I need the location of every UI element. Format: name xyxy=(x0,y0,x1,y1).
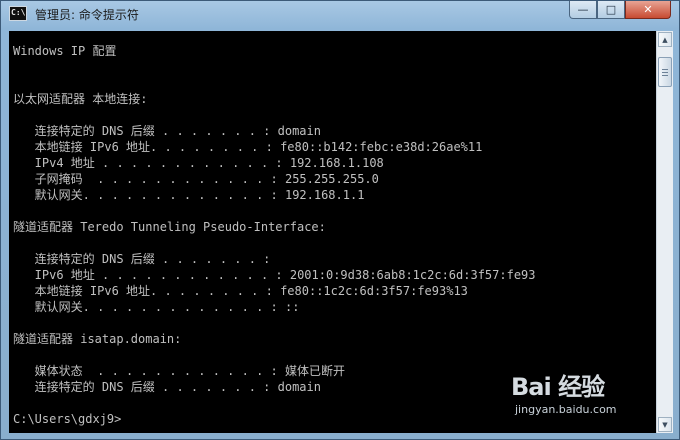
scroll-up-button[interactable]: ▲ xyxy=(658,32,672,47)
watermark-brand: Bai 经验 xyxy=(511,373,605,401)
console-area[interactable]: Windows IP 配置以太网适配器 本地连接: 连接特定的 DNS 后缀 .… xyxy=(9,31,673,433)
console-line: 默认网关. . . . . . . . . . . . . : 192.168.… xyxy=(13,188,365,202)
console-line: 默认网关. . . . . . . . . . . . . : :: xyxy=(13,300,300,314)
window-title: 管理员: 命令提示符 xyxy=(35,8,139,22)
baidu-jingyan-watermark: Bai 经验 jingyan.baidu.com xyxy=(511,367,661,425)
minimize-button[interactable]: — xyxy=(569,1,597,19)
console-line: 以太网适配器 本地连接: xyxy=(13,92,148,106)
cmd-icon[interactable]: C:\ xyxy=(9,6,27,21)
console-line: 本地链接 IPv6 地址. . . . . . . . : fe80::1c2c… xyxy=(13,284,468,298)
console-line: 隧道适配器 Teredo Tunneling Pseudo-Interface: xyxy=(13,220,326,234)
console-line: IPv6 地址 . . . . . . . . . . . . : 2001:0… xyxy=(13,268,536,282)
title-bar[interactable]: C:\ 管理员: 命令提示符 — □ ✕ xyxy=(1,1,679,27)
console-line: 连接特定的 DNS 后缀 . . . . . . . : domain xyxy=(13,124,321,138)
console-line: 连接特定的 DNS 后缀 . . . . . . . : xyxy=(13,252,271,266)
watermark-url: jingyan.baidu.com xyxy=(515,403,617,416)
console-line: Windows IP 配置 xyxy=(13,44,117,58)
console-line: IPv4 地址 . . . . . . . . . . . . : 192.16… xyxy=(13,156,384,170)
close-button[interactable]: ✕ xyxy=(625,1,671,19)
grip-line xyxy=(662,69,668,70)
scrollbar-thumb[interactable] xyxy=(658,57,672,87)
grip-line xyxy=(662,75,668,76)
command-prompt-window: C:\ 管理员: 命令提示符 — □ ✕ Windows IP 配置以太网适配器… xyxy=(0,0,680,440)
window-controls: — □ ✕ xyxy=(569,1,671,20)
grip-line xyxy=(662,72,668,73)
console-line: 隧道适配器 isatap.domain: xyxy=(13,332,182,346)
console-line: 本地链接 IPv6 地址. . . . . . . . : fe80::b142… xyxy=(13,140,483,154)
console-line: 子网掩码 . . . . . . . . . . . . : 255.255.2… xyxy=(13,172,379,186)
maximize-button[interactable]: □ xyxy=(597,1,625,19)
